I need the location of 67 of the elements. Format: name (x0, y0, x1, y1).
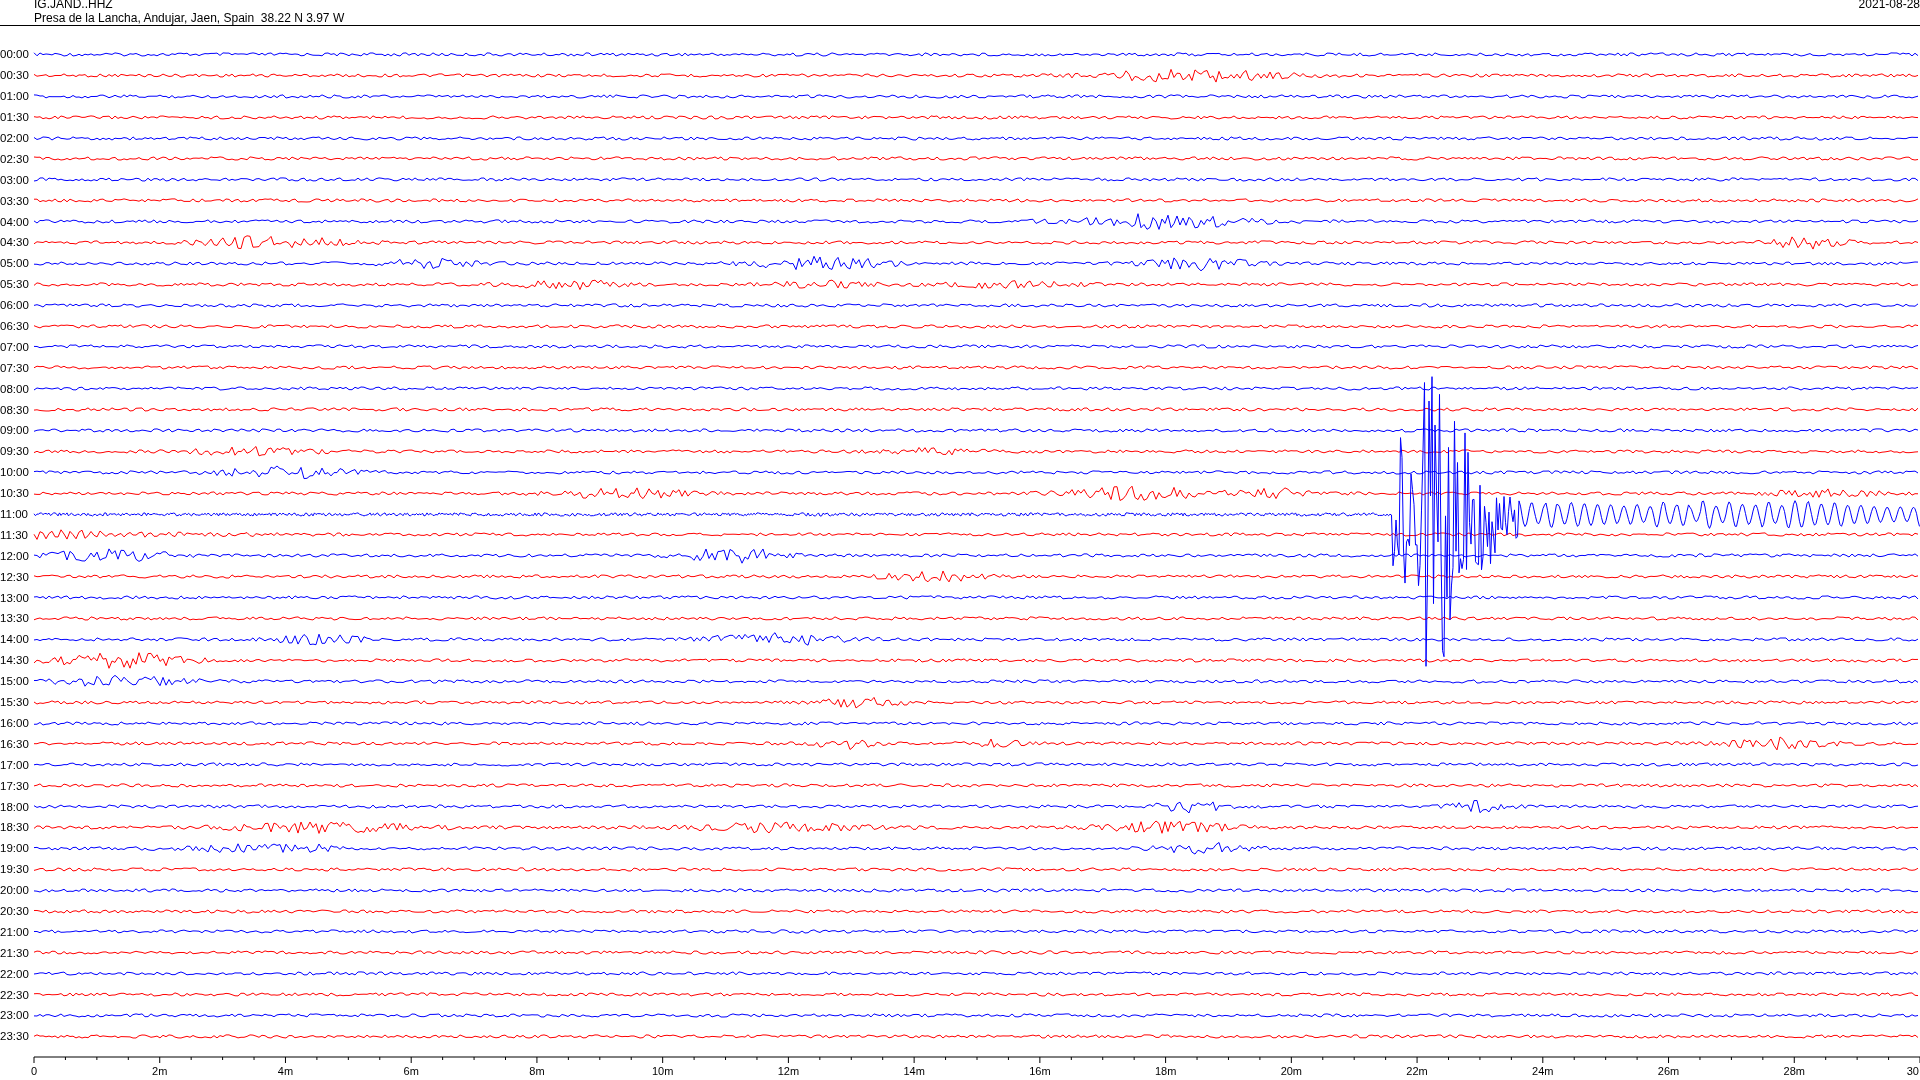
time-label: 08:30 (0, 403, 30, 416)
time-label: 00:30 (0, 69, 30, 82)
time-label: 14:30 (0, 654, 30, 667)
axis-label: 4m (277, 1064, 294, 1077)
time-label: 22:00 (0, 967, 30, 980)
axis-label: 18m (1154, 1064, 1177, 1077)
time-label: 04:00 (0, 215, 30, 228)
time-label: 15:30 (0, 696, 30, 709)
time-label: 12:00 (0, 549, 30, 562)
time-label: 22:30 (0, 988, 30, 1001)
time-label: 15:00 (0, 675, 30, 688)
time-label: 06:30 (0, 320, 30, 332)
record-date: 2021-08-28 (1858, 0, 1920, 13)
time-label: 06:00 (0, 299, 30, 312)
time-label: 16:30 (0, 737, 30, 750)
time-label: 12:30 (0, 570, 30, 583)
time-label: 14:00 (0, 633, 30, 646)
time-label: 13:30 (0, 612, 30, 625)
time-label: 18:00 (0, 800, 30, 813)
time-label: 13:00 (0, 591, 30, 604)
axis-label: 10m (651, 1064, 674, 1077)
time-label: 19:30 (0, 863, 30, 876)
time-label: 11:00 (0, 508, 29, 521)
time-label: 09:30 (0, 445, 30, 458)
time-label: 05:30 (0, 278, 30, 291)
time-label: 17:30 (0, 779, 30, 792)
axis-label: 30 (1906, 1064, 1919, 1077)
time-label: 08:00 (0, 382, 30, 395)
axis-label: 6m (403, 1064, 419, 1077)
axis-label: 0 (30, 1064, 38, 1077)
time-label: 00:00 (0, 48, 30, 61)
time-label: 18:30 (0, 821, 30, 834)
time-label: 20:00 (0, 884, 30, 897)
time-label: 21:30 (0, 946, 30, 959)
time-label: 07:30 (0, 361, 30, 374)
time-label: 10:30 (0, 487, 30, 500)
axis-label: 28m (1783, 1064, 1805, 1077)
time-label: 04:30 (0, 236, 30, 249)
time-label: 01:00 (0, 90, 30, 103)
axis-label: 24m (1532, 1064, 1554, 1077)
time-label: 23:30 (0, 1030, 30, 1043)
time-label: 11:30 (0, 528, 29, 541)
time-label: 16:00 (0, 716, 30, 729)
time-label: 01:30 (0, 111, 30, 124)
time-label: 17:00 (0, 758, 30, 771)
axis-label: 26m (1657, 1064, 1680, 1077)
time-label: 03:00 (0, 173, 30, 186)
time-label: 02:00 (0, 132, 30, 144)
time-label: 02:30 (0, 152, 30, 165)
time-label: 19:00 (0, 842, 30, 855)
station-code: IG.JAND..HHZ (34, 0, 114, 11)
station-location: Presa de la Lancha, Andujar, Jaen, Spain 38.22 N 3.97 W (34, 11, 345, 25)
axis-label: 12m (777, 1064, 800, 1077)
time-label: 07:00 (0, 340, 30, 353)
time-label: 09:00 (0, 424, 30, 437)
axis-label: 2m (152, 1064, 168, 1077)
time-label: 05:00 (0, 257, 30, 270)
time-label: 03:30 (0, 194, 30, 207)
axis-label: 16m (1029, 1064, 1051, 1077)
axis-label: 20m (1280, 1064, 1303, 1077)
time-label: 23:00 (0, 1009, 30, 1022)
time-label: 10:00 (0, 466, 30, 479)
axis-label: 22m (1406, 1064, 1428, 1077)
axis-label: 8m (529, 1064, 545, 1077)
time-label: 21:00 (0, 925, 30, 938)
axis-label: 14m (903, 1064, 925, 1077)
time-label: 20:30 (0, 904, 30, 917)
